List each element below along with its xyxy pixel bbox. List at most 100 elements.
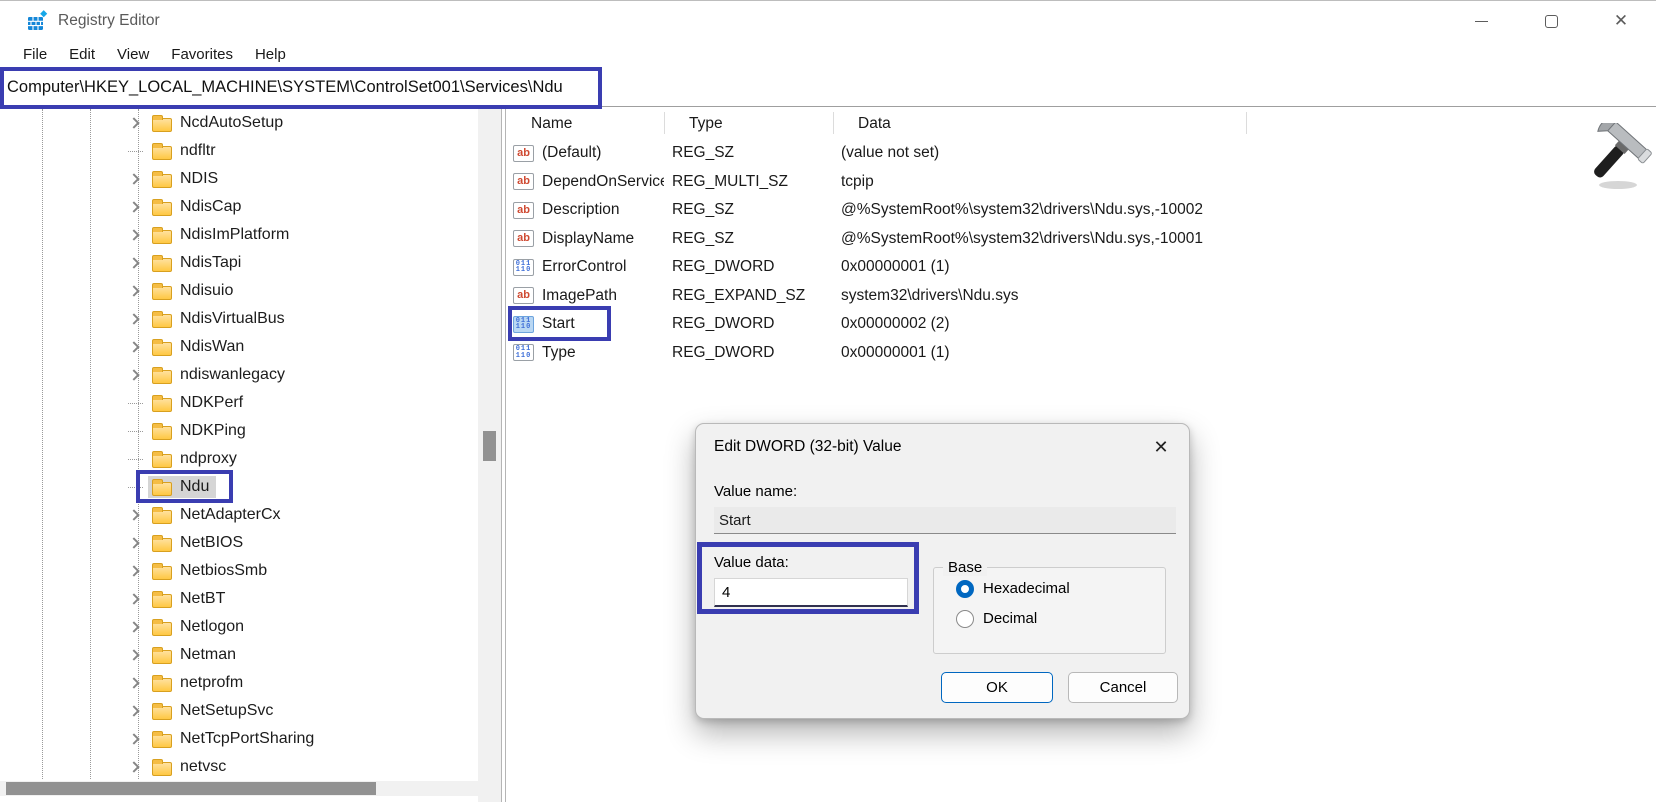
registry-value-row-Start[interactable]: 011110 Start REG_DWORD 0x00000002 (2) bbox=[506, 310, 1656, 339]
tree-item-NcdAutoSetup[interactable]: NcdAutoSetup bbox=[0, 109, 478, 137]
tree-item-netprofm[interactable]: netprofm bbox=[0, 669, 478, 697]
tree-item-Ndu[interactable]: Ndu bbox=[0, 473, 478, 501]
column-header-name[interactable]: Name bbox=[506, 115, 664, 133]
tree-item-NdisImPlatform[interactable]: NdisImPlatform bbox=[0, 221, 478, 249]
tree-item-NetTcpPortSharing[interactable]: NetTcpPortSharing bbox=[0, 725, 478, 753]
chevron-right-icon[interactable] bbox=[128, 285, 139, 296]
tree-item-NDKPing[interactable]: NDKPing bbox=[0, 417, 478, 445]
tree-item-NetBIOS[interactable]: NetBIOS bbox=[0, 529, 478, 557]
chevron-right-icon[interactable] bbox=[128, 341, 139, 352]
tree-item-NetAdapterCx[interactable]: NetAdapterCx bbox=[0, 501, 478, 529]
chevron-right-icon[interactable] bbox=[128, 201, 139, 212]
address-path[interactable]: Computer\HKEY_LOCAL_MACHINE\SYSTEM\Contr… bbox=[7, 78, 563, 97]
chevron-right-icon[interactable] bbox=[128, 593, 139, 604]
value-name[interactable]: DependOnService bbox=[542, 173, 664, 191]
column-separator[interactable] bbox=[833, 112, 834, 134]
tree-item-label[interactable]: NdisWan bbox=[180, 338, 244, 356]
menu-view[interactable]: View bbox=[106, 44, 160, 65]
menu-favorites[interactable]: Favorites bbox=[160, 44, 244, 65]
chevron-right-icon[interactable] bbox=[128, 509, 139, 520]
tree-horizontal-scrollbar[interactable] bbox=[0, 781, 478, 796]
tree-item-label[interactable]: Ndisuio bbox=[180, 282, 233, 300]
tree-item-NetSetupSvc[interactable]: NetSetupSvc bbox=[0, 697, 478, 725]
tree-item-ndproxy[interactable]: ndproxy bbox=[0, 445, 478, 473]
tree-item-Netman[interactable]: Netman bbox=[0, 641, 478, 669]
chevron-right-icon[interactable] bbox=[128, 537, 139, 548]
tree-item-netvsc[interactable]: netvsc bbox=[0, 753, 478, 781]
chevron-right-icon[interactable] bbox=[128, 705, 139, 716]
tree-item-label[interactable]: NDKPerf bbox=[180, 394, 243, 412]
tree-item-label[interactable]: NetBT bbox=[180, 590, 225, 608]
tree-item-label[interactable]: NdisImPlatform bbox=[180, 226, 289, 244]
tree-item-label[interactable]: Netlogon bbox=[180, 618, 244, 636]
registry-value-row-DisplayName[interactable]: ab DisplayName REG_SZ @%SystemRoot%\syst… bbox=[506, 225, 1656, 254]
menu-file[interactable]: File bbox=[12, 44, 58, 65]
tree-item-label[interactable]: NdisVirtualBus bbox=[180, 310, 285, 328]
tree-item-Netlogon[interactable]: Netlogon bbox=[0, 613, 478, 641]
value-name[interactable]: ImagePath bbox=[542, 287, 617, 305]
tree-item-label[interactable]: NetTcpPortSharing bbox=[180, 730, 314, 748]
decimal-radio[interactable]: Decimal bbox=[956, 609, 1070, 628]
value-data-input[interactable]: 4 bbox=[714, 578, 908, 607]
tree-item-label[interactable]: netprofm bbox=[180, 674, 243, 692]
tree-item-NdisTapi[interactable]: NdisTapi bbox=[0, 249, 478, 277]
tree-item-label[interactable]: NetSetupSvc bbox=[180, 702, 273, 720]
column-header-type[interactable]: Type bbox=[664, 115, 833, 133]
tree-item-NetBT[interactable]: NetBT bbox=[0, 585, 478, 613]
menu-edit[interactable]: Edit bbox=[58, 44, 106, 65]
tree-item-NDKPerf[interactable]: NDKPerf bbox=[0, 389, 478, 417]
tree-item-label[interactable]: NetAdapterCx bbox=[180, 506, 281, 524]
tree-item-NdisVirtualBus[interactable]: NdisVirtualBus bbox=[0, 305, 478, 333]
value-name[interactable]: Type bbox=[542, 344, 576, 362]
close-button[interactable]: ✕ bbox=[1586, 1, 1656, 41]
tree-item-NetbiosSmb[interactable]: NetbiosSmb bbox=[0, 557, 478, 585]
chevron-right-icon[interactable] bbox=[128, 173, 139, 184]
value-name[interactable]: Start bbox=[542, 315, 575, 333]
tree-item-label[interactable]: NetBIOS bbox=[180, 534, 243, 552]
tree-item-label[interactable]: NDIS bbox=[180, 170, 218, 188]
tree-item-NDIS[interactable]: NDIS bbox=[0, 165, 478, 193]
chevron-right-icon[interactable] bbox=[128, 565, 139, 576]
tree-item-ndfltr[interactable]: ndfltr bbox=[0, 137, 478, 165]
tree-item-NdisCap[interactable]: NdisCap bbox=[0, 193, 478, 221]
column-header-data[interactable]: Data bbox=[833, 115, 1656, 133]
value-name[interactable]: (Default) bbox=[542, 144, 601, 162]
tree-item-label[interactable]: Netman bbox=[180, 646, 236, 664]
chevron-right-icon[interactable] bbox=[128, 761, 139, 772]
menu-help[interactable]: Help bbox=[244, 44, 297, 65]
hexadecimal-radio[interactable]: Hexadecimal bbox=[956, 579, 1070, 598]
tree-item-label[interactable]: Ndu bbox=[180, 478, 209, 496]
tree-item-Ndisuio[interactable]: Ndisuio bbox=[0, 277, 478, 305]
address-bar[interactable]: Computer\HKEY_LOCAL_MACHINE\SYSTEM\Contr… bbox=[0, 68, 1656, 107]
registry-value-row-Default[interactable]: ab (Default) REG_SZ (value not set) bbox=[506, 139, 1656, 168]
tree-item-label[interactable]: netvsc bbox=[180, 758, 226, 776]
column-separator[interactable] bbox=[664, 112, 665, 134]
cancel-button[interactable]: Cancel bbox=[1068, 672, 1178, 703]
chevron-right-icon[interactable] bbox=[128, 257, 139, 268]
column-separator[interactable] bbox=[1246, 112, 1247, 134]
tree-item-NdisWan[interactable]: NdisWan bbox=[0, 333, 478, 361]
value-name[interactable]: DisplayName bbox=[542, 230, 634, 248]
tree-item-label[interactable]: ndproxy bbox=[180, 450, 237, 468]
tree-item-label[interactable]: NdisTapi bbox=[180, 254, 241, 272]
chevron-right-icon[interactable] bbox=[128, 313, 139, 324]
chevron-right-icon[interactable] bbox=[128, 733, 139, 744]
tree-item-label[interactable]: NDKPing bbox=[180, 422, 246, 440]
radio-button-icon[interactable] bbox=[956, 610, 974, 628]
dialog-close-icon[interactable]: ✕ bbox=[1148, 434, 1174, 460]
chevron-right-icon[interactable] bbox=[128, 649, 139, 660]
tree-item-label[interactable]: NdisCap bbox=[180, 198, 241, 216]
chevron-right-icon[interactable] bbox=[128, 621, 139, 632]
tree-item-label[interactable]: ndiswanlegacy bbox=[180, 366, 285, 384]
chevron-right-icon[interactable] bbox=[128, 117, 139, 128]
minimize-button[interactable] bbox=[1446, 1, 1516, 41]
chevron-right-icon[interactable] bbox=[128, 229, 139, 240]
registry-value-row-DependOnService[interactable]: ab DependOnService REG_MULTI_SZ tcpip bbox=[506, 168, 1656, 197]
chevron-right-icon[interactable] bbox=[128, 369, 139, 380]
tree-item-label[interactable]: ndfltr bbox=[180, 142, 216, 160]
registry-value-row-ErrorControl[interactable]: 011110 ErrorControl REG_DWORD 0x00000001… bbox=[506, 253, 1656, 282]
tree-vertical-scrollbar[interactable] bbox=[478, 108, 501, 802]
registry-value-row-Description[interactable]: ab Description REG_SZ @%SystemRoot%\syst… bbox=[506, 196, 1656, 225]
maximize-button[interactable] bbox=[1516, 1, 1586, 41]
value-name[interactable]: ErrorControl bbox=[542, 258, 626, 276]
